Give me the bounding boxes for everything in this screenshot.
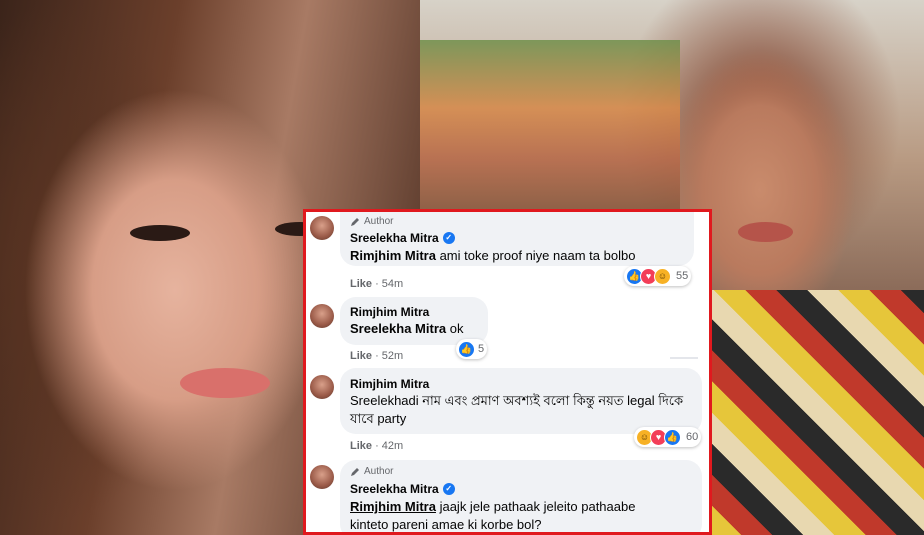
comment-thread-panel: Author Sreelekha Mitra ✓ Rimjhim Mitra a… — [303, 209, 712, 535]
comment-bubble: Rimjhim Mitra Sreelekhadi নাম এবং প্রমাণ… — [340, 368, 702, 434]
photo-eye-left — [130, 225, 190, 241]
photo-lips — [738, 222, 793, 242]
photo-lips — [180, 368, 270, 398]
comment-text: Rimjhim Mitra jaajk jele pathaak jeleito… — [350, 498, 670, 532]
reaction-count: 55 — [676, 270, 689, 282]
like-button[interactable]: Like — [350, 278, 372, 290]
avatar[interactable] — [310, 304, 334, 328]
comment-author-name[interactable]: Sreelekha Mitra ✓ — [350, 231, 455, 245]
author-name-text[interactable]: Sreelekha Mitra — [350, 231, 439, 245]
reaction-count: 5 — [478, 343, 485, 355]
author-name-text[interactable]: Sreelekha Mitra — [350, 482, 439, 496]
comment-text: Sreelekhadi নাম এবং প্রমাণ অবশ্যই বলো কি… — [350, 392, 690, 428]
author-name-text[interactable]: Rimjhim Mitra — [350, 377, 429, 391]
like-icon: 👍 — [664, 428, 681, 446]
photo-crowd — [420, 40, 680, 210]
like-button[interactable]: Like — [350, 350, 372, 362]
avatar[interactable] — [310, 375, 334, 399]
author-badge: Author — [350, 466, 393, 477]
comment-meta: Like · 42m — [350, 440, 404, 452]
reaction-summary[interactable]: ☺ ♥ 👍 60 — [634, 427, 702, 447]
haha-icon: ☺ — [654, 267, 671, 285]
like-icon: 👍 — [458, 340, 475, 358]
timestamp[interactable]: 42m — [382, 440, 403, 452]
comment-author-name[interactable]: Rimjhim Mitra — [350, 377, 429, 391]
comment-author-name[interactable]: Rimjhim Mitra — [350, 305, 429, 319]
verified-badge-icon: ✓ — [442, 483, 455, 495]
verified-badge-icon: ✓ — [442, 232, 455, 244]
comment-meta: Like · 54m — [350, 278, 404, 290]
comment-bubble: Author Sreelekha Mitra ✓ Rimjhim Mitra j… — [340, 460, 702, 532]
pencil-icon — [351, 467, 359, 476]
divider — [670, 357, 698, 359]
like-button[interactable]: Like — [350, 440, 372, 452]
reaction-summary[interactable]: 👍 ♥ ☺ 55 — [624, 266, 692, 286]
mention-link[interactable]: Rimjhim Mitra — [350, 248, 436, 263]
pencil-icon — [351, 217, 359, 226]
timestamp[interactable]: 52m — [382, 350, 403, 362]
comment-bubble: Author Sreelekha Mitra ✓ Rimjhim Mitra a… — [340, 212, 694, 266]
avatar[interactable] — [310, 216, 334, 240]
comment-author-name[interactable]: Sreelekha Mitra ✓ — [350, 482, 455, 496]
mention-link[interactable]: Sreelekha Mitra — [350, 321, 446, 336]
comment-body: ok — [446, 321, 464, 336]
author-badge-label: Author — [364, 216, 394, 227]
comment-text: Rimjhim Mitra ami toke proof niye naam t… — [350, 247, 635, 265]
author-badge-label: Author — [364, 466, 394, 477]
avatar[interactable] — [310, 465, 334, 489]
comment-body: ami toke proof niye naam ta bolbo — [435, 248, 636, 263]
comment-bubble: Rimjhim Mitra Sreelekha Mitra ok — [340, 297, 488, 345]
comment-meta: Like · 52m — [350, 350, 404, 362]
photo-dress — [710, 290, 924, 535]
reaction-summary[interactable]: 👍 5 — [456, 339, 488, 359]
mention-link[interactable]: Rimjhim Mitra — [350, 499, 436, 514]
timestamp[interactable]: 54m — [382, 278, 403, 290]
reaction-count: 60 — [686, 431, 699, 443]
author-badge: Author — [350, 216, 393, 227]
mention-link[interactable]: Sreelekha — [350, 393, 409, 408]
comment-text: Sreelekha Mitra ok — [350, 320, 463, 338]
author-name-text[interactable]: Rimjhim Mitra — [350, 305, 429, 319]
